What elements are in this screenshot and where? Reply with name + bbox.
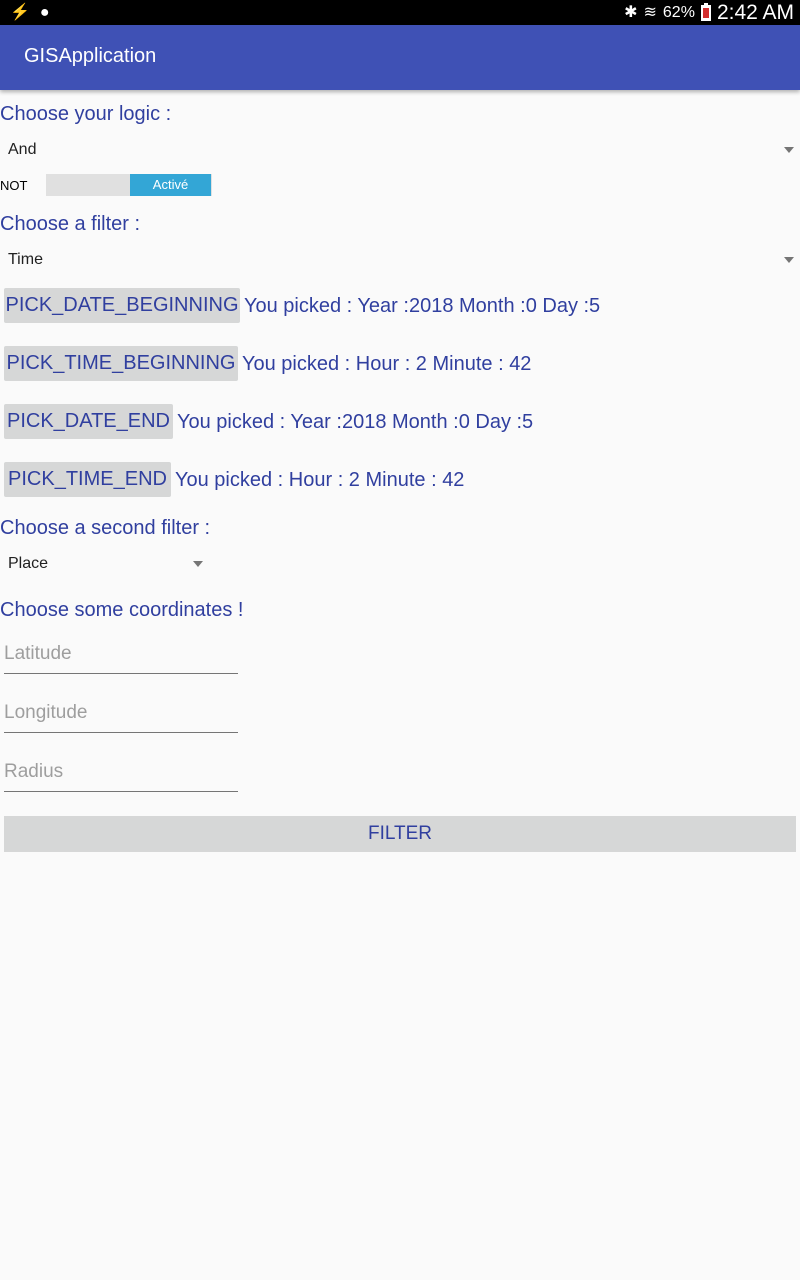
wifi-icon: ≋ xyxy=(643,4,657,21)
status-clock: 2:42 AM xyxy=(716,0,794,24)
not-label: NOT xyxy=(0,178,28,193)
status-bar: ⚡ ● ✱ ≋ 62% 2:42 AM xyxy=(0,0,800,25)
latitude-input[interactable] xyxy=(4,643,238,665)
logic-spinner-value: And xyxy=(8,141,37,158)
coordinates-label: Choose some coordinates ! xyxy=(0,599,244,621)
app-title: GISApplication xyxy=(24,45,157,67)
bluetooth-icon: ✱ xyxy=(624,4,638,21)
filter-label: Choose a filter : xyxy=(0,213,141,235)
longitude-input[interactable] xyxy=(4,702,238,724)
pick-date-beginning-button[interactable]: PICK_DATE_BEGINNING xyxy=(4,288,240,323)
chevron-down-icon xyxy=(193,561,203,567)
logic-label: Choose your logic : xyxy=(0,103,172,125)
pick-time-end-button[interactable]: PICK_TIME_END xyxy=(4,462,171,497)
chevron-down-icon xyxy=(784,147,794,153)
radius-input[interactable] xyxy=(4,761,238,783)
radius-field-wrapper xyxy=(4,751,238,792)
logic-spinner[interactable]: And xyxy=(0,134,800,166)
battery-percent: 62% xyxy=(662,3,695,21)
not-toggle-thumb[interactable]: Activé xyxy=(130,174,211,196)
filter-button[interactable]: FILTER xyxy=(4,816,796,852)
date-beginning-result: You picked : Year :2018 Month :0 Day :5 xyxy=(244,295,601,317)
chevron-down-icon xyxy=(784,257,794,263)
second-filter-spinner[interactable]: Place xyxy=(0,548,212,580)
usb-icon: ⚡ xyxy=(10,4,30,21)
pick-date-end-button[interactable]: PICK_DATE_END xyxy=(4,404,173,439)
battery-icon xyxy=(700,2,711,21)
app-bar: GISApplication xyxy=(0,25,800,90)
filter-spinner[interactable]: Time xyxy=(0,244,800,276)
app-notification-icon: ● xyxy=(39,4,50,21)
date-end-result: You picked : Year :2018 Month :0 Day :5 xyxy=(177,411,534,433)
time-beginning-result: You picked : Hour : 2 Minute : 42 xyxy=(242,353,532,375)
latitude-field-wrapper xyxy=(4,633,238,674)
time-end-result: You picked : Hour : 2 Minute : 42 xyxy=(175,469,465,491)
pick-time-beginning-button[interactable]: PICK_TIME_BEGINNING xyxy=(4,346,238,381)
filter-spinner-value: Time xyxy=(8,251,43,268)
longitude-field-wrapper xyxy=(4,692,238,733)
second-filter-label: Choose a second filter : xyxy=(0,517,211,539)
second-filter-spinner-value: Place xyxy=(8,555,49,572)
